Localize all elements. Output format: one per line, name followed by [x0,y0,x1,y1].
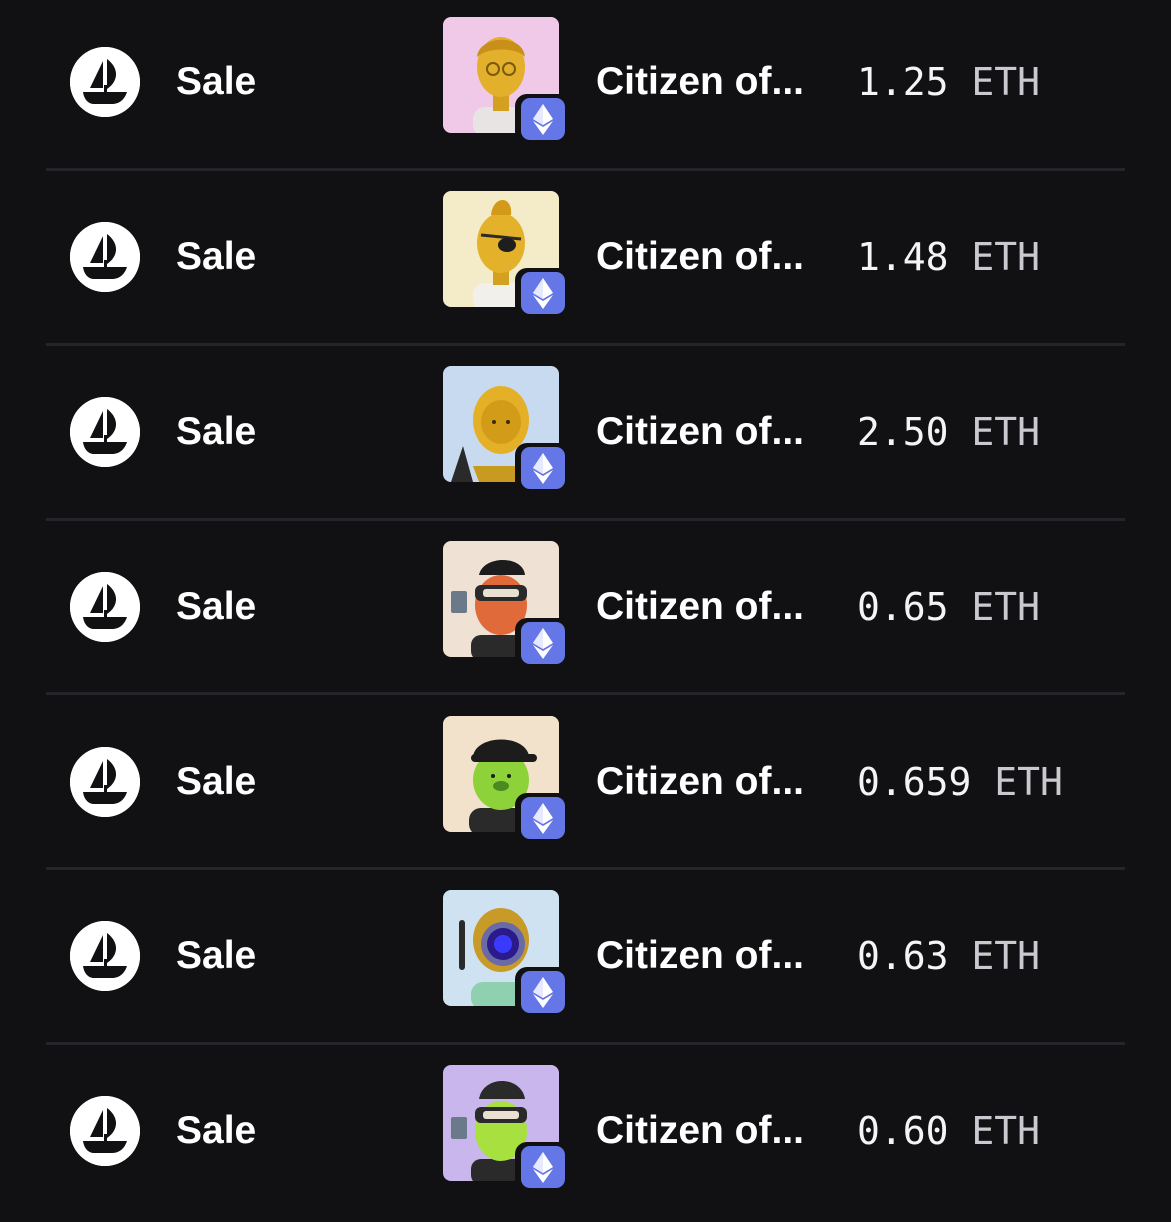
ethereum-icon [521,447,565,489]
row-divider [46,343,1125,346]
item-name[interactable]: Citizen of... [596,760,804,804]
price-amount: 1.25 [857,60,949,104]
price-value: 0.659 ETH [857,760,1063,804]
event-type-label: Sale [176,60,257,103]
sales-activity-list: Sale Citizen of... 1.25 ETH Sale Citizen… [0,0,1171,1200]
opensea-boat-icon [70,47,140,117]
ethereum-icon [521,797,565,839]
ethereum-badge [515,793,571,843]
opensea-boat-icon [70,397,140,467]
price-value: 1.48 ETH [857,235,1040,279]
price-currency: ETH [971,60,1041,104]
list-item[interactable]: Sale Citizen of... 0.63 ETH [0,873,1171,1047]
row-divider [46,1042,1125,1045]
price-currency: ETH [971,235,1041,279]
ethereum-badge [515,94,571,144]
item-name[interactable]: Citizen of... [596,235,804,279]
price-amount: 2.50 [857,410,949,454]
list-item[interactable]: Sale Citizen of... 0.65 ETH [0,524,1171,698]
ethereum-icon [521,272,565,314]
price-amount: 0.60 [857,1109,949,1153]
opensea-boat-icon [70,222,140,292]
event-type-label: Sale [176,934,257,977]
price-value: 1.25 ETH [857,60,1040,104]
price-amount: 0.63 [857,934,949,978]
row-divider [46,168,1125,171]
event-type-label: Sale [176,760,257,803]
price-currency: ETH [971,585,1041,629]
price-currency: ETH [971,410,1041,454]
price-amount: 1.48 [857,235,949,279]
ethereum-icon [521,622,565,664]
item-name[interactable]: Citizen of... [596,60,804,104]
ethereum-badge [515,618,571,668]
event-type-label: Sale [176,235,257,278]
ethereum-icon [521,971,565,1013]
event-type-label: Sale [176,410,257,453]
price-value: 0.65 ETH [857,585,1040,629]
price-value: 0.60 ETH [857,1109,1040,1153]
row-divider [46,518,1125,521]
opensea-boat-icon [70,747,140,817]
opensea-boat-icon [70,572,140,642]
opensea-boat-icon [70,1096,140,1166]
item-name[interactable]: Citizen of... [596,410,804,454]
list-item[interactable]: Sale Citizen of... 1.48 ETH [0,175,1171,349]
ethereum-badge [515,1142,571,1192]
ethereum-icon [521,1146,565,1188]
price-amount: 0.659 [857,760,972,804]
price-currency: ETH [971,1109,1041,1153]
price-amount: 0.65 [857,585,949,629]
ethereum-badge [515,268,571,318]
list-item[interactable]: Sale Citizen of... 0.60 ETH [0,1048,1171,1222]
list-item[interactable]: Sale Citizen of... 0.659 ETH [0,699,1171,873]
item-name[interactable]: Citizen of... [596,1109,804,1153]
row-divider [46,692,1125,695]
price-value: 0.63 ETH [857,934,1040,978]
price-currency: ETH [994,760,1063,804]
price-currency: ETH [971,934,1041,978]
item-name[interactable]: Citizen of... [596,934,804,978]
event-type-label: Sale [176,585,257,628]
ethereum-badge [515,443,571,493]
list-item[interactable]: Sale Citizen of... 1.25 ETH [0,0,1171,174]
item-name[interactable]: Citizen of... [596,585,804,629]
list-item[interactable]: Sale Citizen of... 2.50 ETH [0,349,1171,523]
event-type-label: Sale [176,1109,257,1152]
row-divider [46,867,1125,870]
ethereum-icon [521,98,565,140]
ethereum-badge [515,967,571,1017]
opensea-boat-icon [70,921,140,991]
price-value: 2.50 ETH [857,410,1040,454]
